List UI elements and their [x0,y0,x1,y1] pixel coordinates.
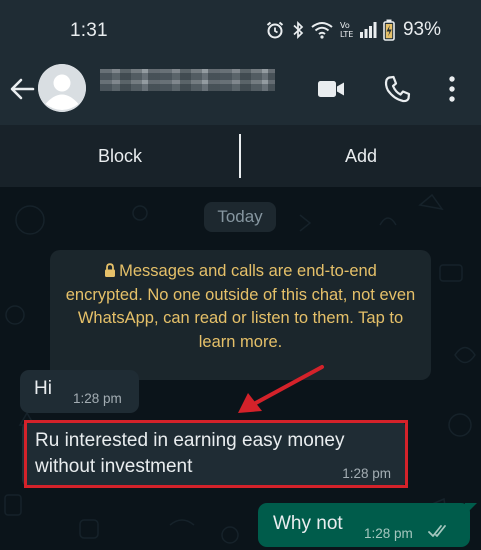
status-icons: Vo LTE 93% [265,18,441,42]
volte-icon: Vo LTE [340,21,353,39]
video-call-icon[interactable] [316,74,346,104]
svg-text:LTE: LTE [340,30,353,39]
battery-charging-icon [383,19,395,41]
status-bar: 1:31 Vo LTE 93% [0,0,481,55]
add-contact-button[interactable]: Add [241,125,481,187]
status-time: 1:31 [70,20,108,41]
more-options-icon[interactable] [441,74,463,104]
default-avatar-icon [38,64,86,112]
message-time: 1:28 pm [73,391,122,406]
outgoing-message[interactable]: Why not 1:28 pm [258,503,470,547]
signal-icon [359,22,377,38]
incoming-message-highlighted[interactable]: Ru interested in earning easy money with… [22,420,406,488]
message-time: 1:28 pm [364,526,413,541]
bluetooth-icon [293,20,304,40]
contact-name-redacted[interactable] [100,69,275,91]
svg-text:Vo: Vo [340,21,350,30]
incoming-message[interactable]: Hi 1:28 pm [20,370,139,413]
chat-area[interactable]: Block Add Today Messages and calls are e… [0,125,481,550]
wifi-icon [311,22,333,39]
chat-header [0,55,481,125]
lock-icon [105,263,116,277]
block-button[interactable]: Block [0,125,240,187]
battery-percentage: 93% [402,19,441,40]
avatar[interactable] [38,64,86,112]
back-arrow-icon[interactable] [8,75,36,103]
alarm-icon [266,21,284,39]
encryption-notice[interactable]: Messages and calls are end-to-end encryp… [50,250,431,380]
message-time: 1:28 pm [342,466,391,481]
message-text: Why not [273,513,343,534]
encryption-notice-text: Messages and calls are end-to-end encryp… [65,262,416,351]
message-text: Ru interested in earning easy money with… [35,430,345,477]
read-receipt-icon [428,525,446,537]
message-text: Hi [34,378,52,399]
unknown-contact-action-bar: Block Add [0,125,481,187]
voice-call-icon[interactable] [383,74,411,104]
date-chip: Today [204,202,276,232]
